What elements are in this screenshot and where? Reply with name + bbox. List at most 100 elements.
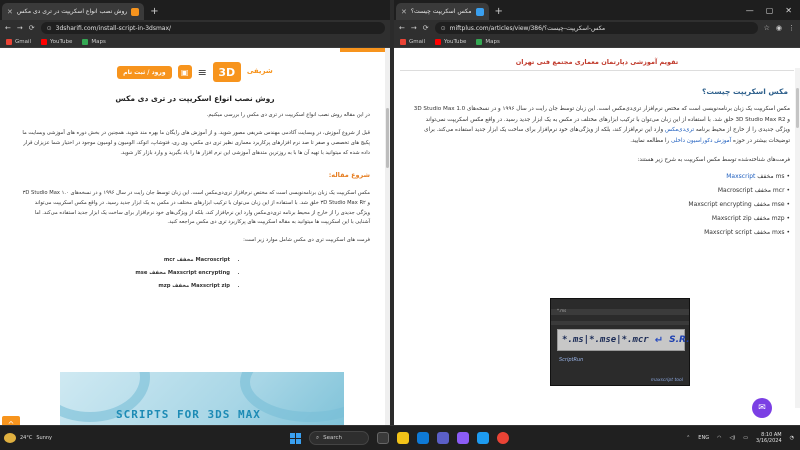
right-scrollbar[interactable] (795, 68, 800, 408)
site-favicon-icon (475, 7, 484, 16)
telegram-icon[interactable] (477, 432, 489, 444)
volume-icon[interactable]: ◁) (729, 435, 735, 441)
task-view-icon[interactable] (377, 432, 389, 444)
login-register-button[interactable]: ورود / ثبت نام (117, 65, 172, 79)
right-tab-title: مکس اسکریپت چیست؟ (410, 8, 472, 15)
forward-icon[interactable]: → (17, 24, 23, 32)
chat-icon[interactable]: ✉ (752, 398, 772, 418)
windows-taskbar: 24°C Sunny ⌕ Search ⌃ ENG ◠ ◁) ▭ 8:10 AM (0, 425, 800, 450)
maxscript-image: *.ms *.ms|*.mse|*.mcr ↵ S.R. ScriptRun m… (550, 298, 690, 386)
bookmark-maps[interactable]: Maps (476, 38, 500, 45)
left-browser-window: روش نصب انواع اسکریپت در تری دی مکس ✕ + … (0, 0, 390, 425)
star-icon[interactable]: ☆ (764, 24, 770, 32)
youtube-icon (435, 38, 442, 45)
taskbar-apps: ⌕ Search (290, 431, 509, 445)
edge-icon[interactable] (417, 432, 429, 444)
right-tabbar: مکس اسکریپت چیست؟ ✕ + — ▢ ✕ (394, 0, 800, 20)
scriptrun-logo: S.R. (669, 335, 690, 345)
list-item: Maxscript script مخفف mxs (652, 227, 790, 238)
left-scroll-thumb[interactable] (386, 108, 389, 168)
windows-start-icon[interactable] (290, 432, 301, 444)
article-para-1: مکس اسکریپت یک زبان برنامه‌نویسی است که … (413, 106, 790, 144)
section-heading: شروع مقاله: (328, 170, 370, 179)
formats-list: Macroscript مخفف mcr Maxscript encryptin… (20, 256, 370, 292)
forward-icon[interactable]: → (411, 24, 417, 32)
hamburger-menu-icon[interactable]: ≡ (198, 66, 207, 79)
article-para-1: قبل از شروع آموزش، در وبسایت آکادمی مهند… (22, 129, 370, 156)
file-explorer-icon[interactable] (397, 432, 409, 444)
gmail-icon (400, 38, 406, 45)
weather-icon (4, 433, 16, 443)
right-active-tab[interactable]: مکس اسکریپت چیست؟ ✕ (396, 3, 489, 20)
left-tabbar: روش نصب انواع اسکریپت در تری دی مکس ✕ + (0, 0, 390, 20)
calendar-banner-link[interactable]: تقویم آموزشی دپارتمان معماری مجتمع فنی ت… (400, 58, 794, 71)
article-para-2: مکس اسکریپت یک زبان برنامه‌نویسی است که … (22, 189, 370, 226)
back-icon[interactable]: ← (5, 24, 11, 32)
scripts-banner-image: SCRIPTS FOR 3DS MAX (60, 372, 344, 425)
right-page-content: تقویم آموزشی دپارتمان معماری مجتمع فنی ت… (394, 48, 800, 425)
right-omnibox[interactable]: ⊙ miftplus.com/articles/view/386/مکس-اسک… (434, 22, 758, 34)
close-tab-icon[interactable]: ✕ (401, 8, 407, 16)
right-scroll-thumb[interactable] (796, 88, 799, 128)
list-item: Macroscript مخفف mcr (20, 256, 230, 266)
right-bookmarks-bar: Gmail YouTube Maps (394, 36, 800, 48)
site-info-icon[interactable]: ⊙ (47, 25, 52, 32)
teams-icon[interactable] (437, 432, 449, 444)
right-address-row: ← → ⟳ ⊙ miftplus.com/articles/view/386/م… (394, 20, 800, 36)
chrome-icon[interactable] (497, 432, 509, 444)
new-tab-button[interactable]: + (495, 6, 503, 17)
maximize-icon[interactable]: ▢ (766, 6, 774, 15)
article-para-3: فرمت های اسکریپت تری دی مکس شامل موارد ز… (243, 237, 370, 244)
list-item: Macroscript مخفف mcr (652, 185, 790, 196)
clock[interactable]: 8:10 AM 3/16/2024 (756, 432, 782, 445)
left-active-tab[interactable]: روش نصب انواع اسکریپت در تری دی مکس ✕ (2, 3, 145, 20)
site-logo[interactable]: 3D (212, 62, 241, 82)
maps-icon (476, 38, 483, 45)
weather-widget[interactable]: 24°C Sunny (0, 433, 52, 443)
bookmark-youtube[interactable]: YouTube (41, 38, 72, 45)
profile-icon[interactable]: ◉ (776, 24, 782, 32)
taskbar-search[interactable]: ⌕ Search (309, 431, 369, 445)
article-para-2: فرمت‌های شناخته‌شده توسط مکس اسکریپت به … (637, 156, 790, 163)
more-menu-icon[interactable]: ⋮ (788, 24, 795, 32)
site-header: ورود / ثبت نام ▣ ≡ 3D شریفی (0, 48, 390, 88)
notifications-icon[interactable]: ◔ (790, 435, 794, 441)
left-bookmarks-bar: Gmail YouTube Maps (0, 36, 390, 48)
site-logo-text: شریفی (246, 67, 273, 76)
close-tab-icon[interactable]: ✕ (7, 8, 13, 16)
back-icon[interactable]: ← (399, 24, 405, 32)
right-browser-window: مکس اسکریپت چیست؟ ✕ + — ▢ ✕ ← → ⟳ ⊙ mift… (394, 0, 800, 425)
store-icon[interactable] (457, 432, 469, 444)
language-indicator[interactable]: ENG (698, 435, 709, 441)
list-item: Maxscript zip مخفف mzp (652, 213, 790, 224)
scroll-to-top-button[interactable]: ^ (2, 416, 20, 425)
3dsmax-link[interactable]: تری‌دی‌مکس (665, 127, 694, 133)
reload-icon[interactable]: ⟳ (29, 24, 35, 32)
interior-design-link[interactable]: آموزش دکوراسیون داخلی (671, 138, 731, 144)
enter-arrow-icon: ↵ (654, 334, 664, 346)
bookmark-youtube[interactable]: YouTube (435, 38, 466, 45)
list-item: Maxscript encrypting مخفف mse (652, 199, 790, 210)
banner-text: SCRIPTS FOR 3DS MAX (116, 408, 261, 421)
minimize-icon[interactable]: — (746, 6, 754, 15)
reload-icon[interactable]: ⟳ (423, 24, 429, 32)
new-tab-button[interactable]: + (150, 6, 158, 17)
left-scrollbar[interactable] (385, 48, 390, 425)
cart-icon[interactable]: ▣ (177, 65, 192, 79)
left-omnibox[interactable]: ⊙ 3dsharifi.com/install-script-in-3dsmax… (40, 22, 385, 34)
bookmark-gmail[interactable]: Gmail (6, 38, 31, 45)
bookmark-gmail[interactable]: Gmail (400, 38, 425, 45)
right-url: miftplus.com/articles/view/386/مکس-اسکری… (449, 24, 606, 32)
maxscript-extensions-bar: *.ms|*.mse|*.mcr ↵ S.R. (557, 329, 690, 351)
bookmark-maps[interactable]: Maps (82, 38, 106, 45)
battery-icon[interactable]: ▭ (743, 435, 748, 441)
article-intro: در این مقاله روش نصب انواع اسکریپت در تر… (206, 112, 370, 118)
site-info-icon[interactable]: ⊙ (441, 25, 446, 32)
left-url: 3dsharifi.com/install-script-in-3dsmax/ (55, 24, 172, 32)
window-controls: — ▢ ✕ (746, 6, 800, 15)
chevron-up-icon[interactable]: ⌃ (686, 435, 690, 441)
left-tab-title: روش نصب انواع اسکریپت در تری دی مکس (16, 8, 128, 15)
close-window-icon[interactable]: ✕ (785, 6, 792, 15)
gmail-icon (6, 38, 12, 45)
wifi-icon[interactable]: ◠ (717, 435, 721, 441)
